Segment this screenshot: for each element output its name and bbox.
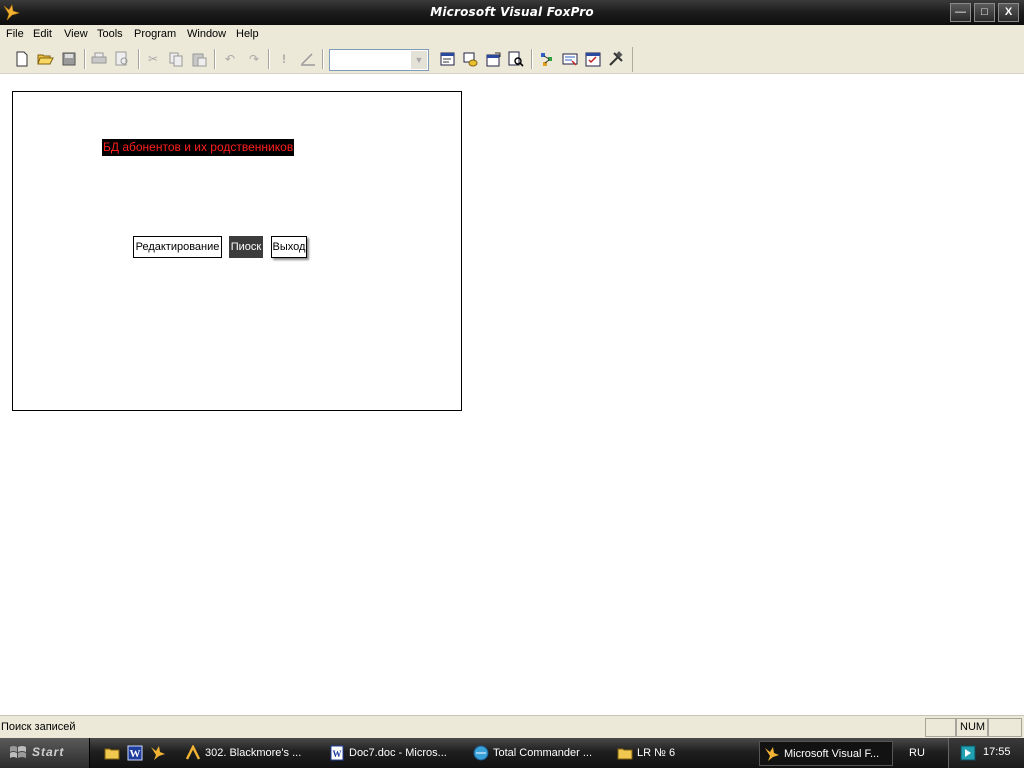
class-browser-icon[interactable] bbox=[538, 50, 556, 68]
toolbar-separator bbox=[531, 49, 533, 69]
task-label: LR № 6 bbox=[637, 747, 676, 759]
run-icon[interactable]: ! bbox=[275, 50, 293, 68]
data-session-icon[interactable] bbox=[461, 50, 479, 68]
new-file-icon[interactable] bbox=[13, 50, 31, 68]
menu-edit[interactable]: Edit bbox=[33, 28, 52, 40]
foxpro-quicklaunch-icon[interactable] bbox=[150, 745, 166, 761]
print-icon[interactable] bbox=[90, 50, 108, 68]
maximize-button[interactable]: □ bbox=[974, 3, 995, 22]
toolbar-separator bbox=[138, 49, 140, 69]
status-panel-empty bbox=[925, 718, 956, 737]
properties-window-icon[interactable] bbox=[484, 50, 502, 68]
edit-button[interactable]: Редактирование bbox=[133, 236, 222, 258]
tray-network-icon[interactable] bbox=[960, 745, 976, 761]
code-preview-icon[interactable] bbox=[507, 50, 525, 68]
menu-program[interactable]: Program bbox=[134, 28, 176, 40]
status-bar: Поиск записей NUM bbox=[0, 715, 1024, 738]
explorer-folder-icon[interactable] bbox=[104, 745, 120, 761]
chevron-down-icon[interactable]: ▼ bbox=[411, 51, 427, 69]
status-panel-empty bbox=[988, 718, 1022, 737]
start-label: Start bbox=[32, 745, 65, 759]
task-label: Total Commander ... bbox=[493, 747, 593, 759]
toolbar-separator bbox=[268, 49, 270, 69]
status-message: Поиск записей bbox=[1, 721, 76, 733]
undo-icon[interactable]: ↶ bbox=[221, 50, 239, 68]
menu-window[interactable]: Window bbox=[187, 28, 226, 40]
print-preview-icon[interactable] bbox=[113, 50, 131, 68]
redo-icon[interactable]: ↷ bbox=[245, 50, 263, 68]
task-label: Microsoft Visual F... bbox=[784, 748, 880, 760]
exit-button[interactable]: Выход bbox=[271, 236, 307, 258]
paste-icon[interactable] bbox=[190, 50, 208, 68]
toolbar-separator bbox=[214, 49, 216, 69]
word-doc-icon: W bbox=[330, 745, 344, 761]
word-icon[interactable]: W bbox=[127, 745, 143, 761]
command-window-icon[interactable] bbox=[438, 50, 456, 68]
search-button[interactable]: Пиоск bbox=[229, 236, 263, 258]
total-commander-icon bbox=[473, 745, 489, 761]
task-folder-lr6[interactable]: LR № 6 bbox=[617, 741, 747, 766]
task-winamp[interactable]: 302. Blackmore's ... bbox=[185, 741, 315, 766]
task-label: 302. Blackmore's ... bbox=[205, 747, 302, 759]
standard-toolbar: ✂ ↶ ↷ ! bbox=[0, 45, 1024, 74]
foxpro-fox-icon bbox=[765, 747, 779, 762]
open-folder-icon[interactable] bbox=[36, 50, 54, 68]
clock: 17:55 bbox=[983, 746, 1011, 758]
language-indicator[interactable]: RU bbox=[904, 741, 930, 766]
start-button[interactable]: Start bbox=[0, 738, 90, 768]
task-total-commander[interactable]: Total Commander ... bbox=[473, 741, 603, 766]
toolbar-separator bbox=[84, 49, 86, 69]
toolbox-tools-icon[interactable] bbox=[607, 50, 625, 68]
minimize-button[interactable]: — bbox=[950, 3, 971, 22]
task-word-doc[interactable]: W Doc7.doc - Micros... bbox=[329, 741, 459, 766]
menu-bar: File Edit View Tools Program Window Help bbox=[0, 25, 1024, 45]
task-label: Doc7.doc - Micros... bbox=[349, 747, 447, 759]
object-browser-icon[interactable] bbox=[561, 50, 579, 68]
status-num-indicator: NUM bbox=[956, 718, 988, 737]
taskbar: Start W 302. Blackmore's ... W Doc7.doc -… bbox=[0, 738, 1024, 768]
menu-help[interactable]: Help bbox=[236, 28, 259, 40]
close-button[interactable]: X bbox=[998, 3, 1019, 22]
window-title: Microsoft Visual FoxPro bbox=[430, 5, 594, 19]
form-heading: БД абонентов и их родственников bbox=[102, 139, 295, 156]
menu-view[interactable]: View bbox=[64, 28, 88, 40]
winamp-icon bbox=[185, 745, 201, 760]
copy-icon[interactable] bbox=[167, 50, 185, 68]
toolbar-separator bbox=[322, 49, 324, 69]
object-combo[interactable]: ▼ bbox=[329, 49, 429, 71]
svg-text:W: W bbox=[130, 748, 141, 760]
task-visual-foxpro[interactable]: Microsoft Visual F... bbox=[759, 741, 893, 766]
save-icon[interactable] bbox=[60, 50, 78, 68]
menu-file[interactable]: File bbox=[6, 28, 24, 40]
title-bar: Microsoft Visual FoxPro — □ X bbox=[0, 0, 1024, 25]
folder-icon bbox=[617, 748, 633, 760]
windows-flag-icon bbox=[10, 746, 26, 758]
main-form: БД абонентов и их родственников Редактир… bbox=[12, 91, 462, 411]
svg-text:W: W bbox=[333, 749, 342, 759]
system-tray: 17:55 bbox=[948, 738, 1024, 768]
cut-icon[interactable]: ✂ bbox=[144, 50, 162, 68]
menu-tools[interactable]: Tools bbox=[97, 28, 123, 40]
component-gallery-icon[interactable] bbox=[584, 50, 602, 68]
modify-form-icon[interactable] bbox=[299, 50, 317, 68]
